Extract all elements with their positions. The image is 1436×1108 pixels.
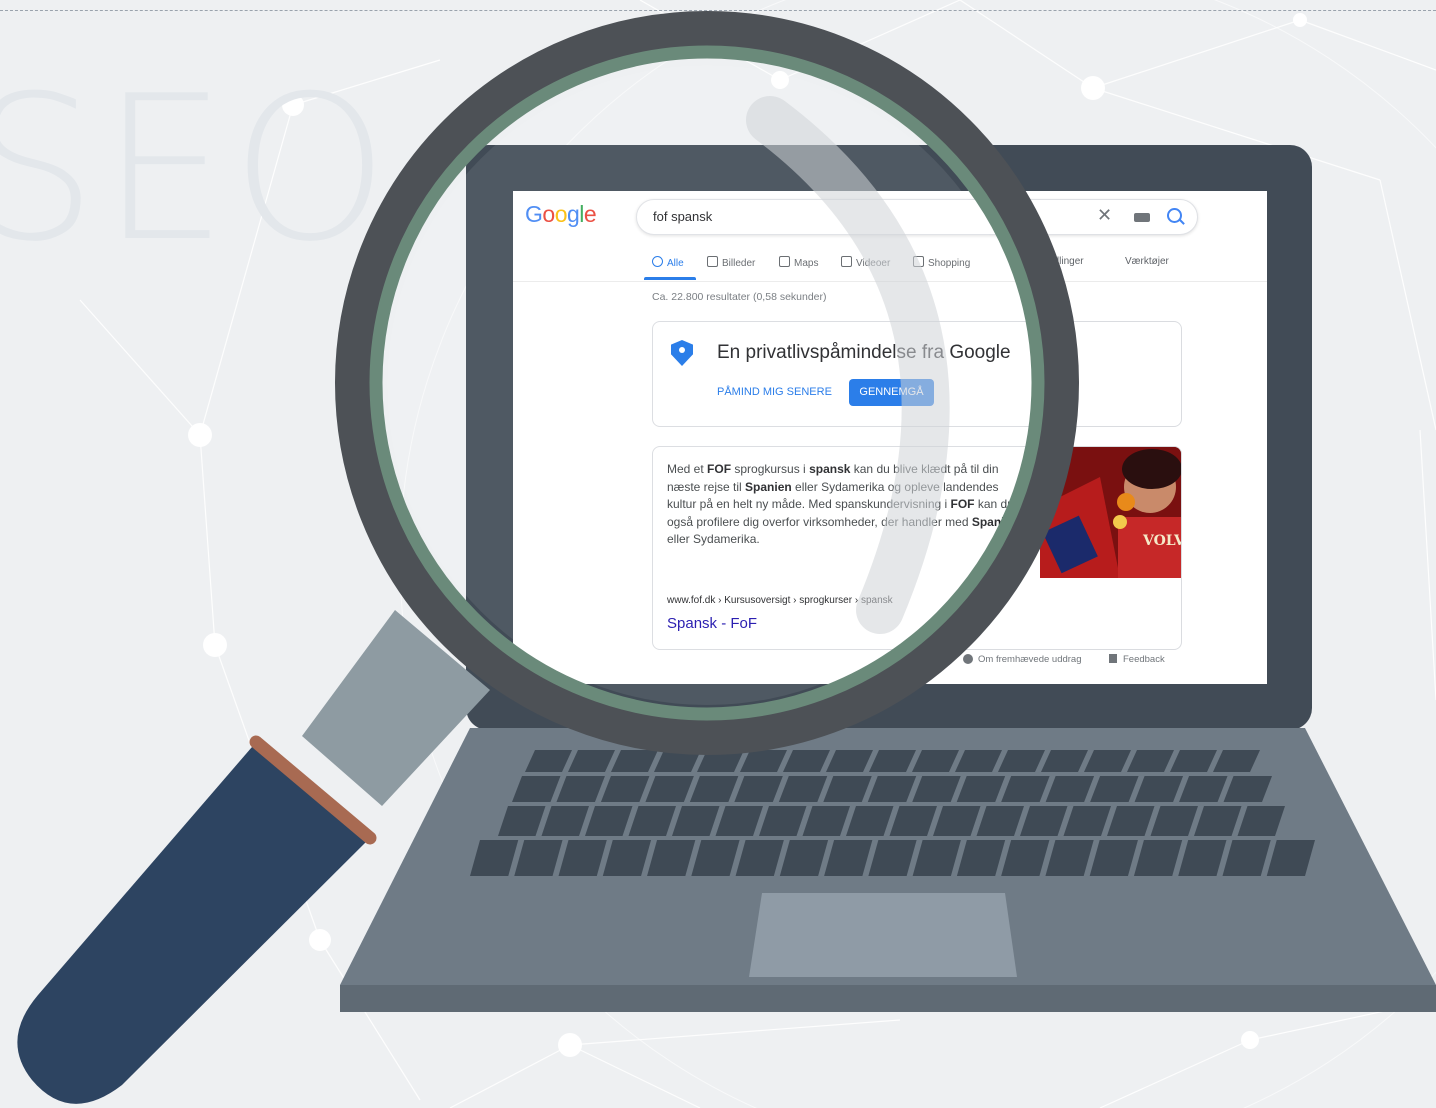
snippet-image[interactable]: VOLVER bbox=[1040, 447, 1182, 578]
tab-billeder[interactable]: Billeder bbox=[707, 256, 755, 269]
trackpad bbox=[749, 893, 1017, 977]
image-icon bbox=[707, 256, 718, 267]
review-button[interactable]: GENNEMGÅ bbox=[849, 379, 934, 406]
logo-letter: o bbox=[554, 201, 568, 227]
pin-icon bbox=[779, 256, 790, 267]
tab-shopping[interactable]: Shopping bbox=[913, 256, 970, 269]
tab-vaerktoejer[interactable]: Værktøjer bbox=[1125, 256, 1169, 267]
help-icon bbox=[963, 654, 973, 664]
video-icon bbox=[841, 256, 852, 267]
clear-icon[interactable]: ✕ bbox=[1097, 205, 1112, 226]
featured-snippet: Med et FOF sprogkursus i spansk kan du b… bbox=[652, 446, 1182, 650]
about-snippets-link[interactable]: Om fremhævede uddrag bbox=[963, 654, 1082, 665]
logo-letter: g bbox=[566, 201, 580, 227]
logo-letter: e bbox=[583, 201, 597, 227]
poster-title: VOLVER bbox=[1142, 533, 1182, 549]
keyboard-icon[interactable] bbox=[1134, 213, 1150, 222]
shield-icon bbox=[671, 340, 693, 366]
remind-later-button[interactable]: PÅMIND MIG SENERE bbox=[717, 386, 832, 398]
search-icon[interactable] bbox=[1167, 208, 1182, 223]
result-count: Ca. 22.800 resultater (0,58 sekunder) bbox=[652, 291, 827, 303]
snippet-link[interactable]: Spansk - FoF bbox=[667, 615, 757, 632]
logo-letter: G bbox=[525, 201, 543, 227]
search-icon bbox=[652, 256, 663, 267]
search-tabs: Alle Billeder Maps Videoer Shopping Inds… bbox=[513, 251, 1267, 282]
google-logo: Google bbox=[525, 201, 597, 228]
tab-maps[interactable]: Maps bbox=[779, 256, 818, 269]
active-tab-indicator bbox=[644, 277, 696, 280]
tab-indstillinger[interactable]: Indstillinger bbox=[1033, 256, 1084, 267]
logo-letter: o bbox=[542, 201, 555, 227]
search-input[interactable]: fof spansk bbox=[653, 209, 712, 224]
google-results-screen: Google fof spansk ✕ Alle Billeder Maps V… bbox=[513, 191, 1267, 684]
privacy-reminder-card: En privatlivspåmindelse fra Google PÅMIN… bbox=[652, 321, 1182, 427]
tab-alle[interactable]: Alle bbox=[652, 256, 684, 269]
movie-poster: VOLVER bbox=[1040, 447, 1182, 578]
feedback-link[interactable]: Feedback bbox=[1109, 654, 1165, 665]
snippet-url: www.fof.dk › Kursusoversigt › sprogkurse… bbox=[667, 595, 893, 606]
search-bar[interactable]: fof spansk ✕ bbox=[636, 199, 1198, 235]
privacy-title: En privatlivspåmindelse fra Google bbox=[717, 342, 1011, 363]
feedback-icon bbox=[1109, 654, 1117, 663]
tab-videoer[interactable]: Videoer bbox=[841, 256, 890, 269]
tag-icon bbox=[913, 256, 924, 267]
snippet-text: Med et FOF sprogkursus i spansk kan du b… bbox=[667, 462, 1019, 546]
